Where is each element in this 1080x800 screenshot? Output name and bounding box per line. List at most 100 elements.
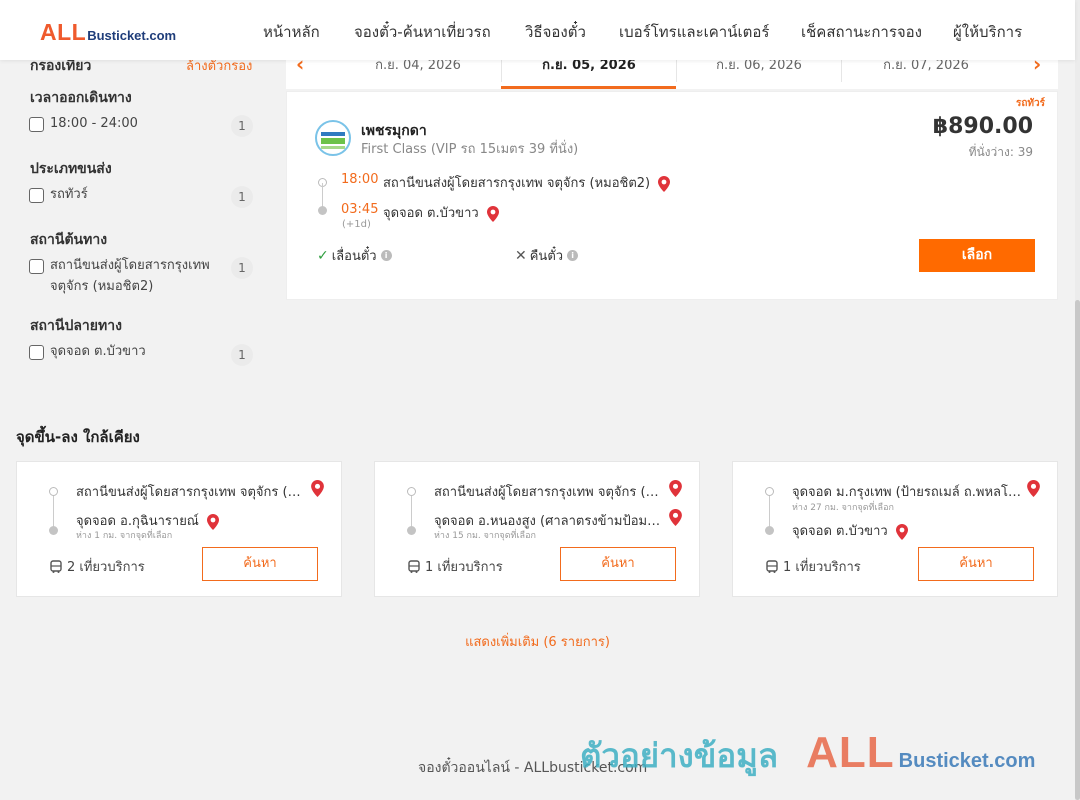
timeline-end-dot: [407, 526, 416, 535]
timeline-end-dot: [765, 526, 774, 535]
map-pin-icon[interactable]: [895, 523, 908, 540]
bus-icon: [408, 559, 420, 573]
bus-icon: [766, 559, 778, 573]
nearby-card: สถานีขนส่งผู้โดยสารกรุงเทพ จตุจักร (หมอช…: [374, 461, 700, 597]
nearby-search-button[interactable]: ค้นหา: [202, 547, 318, 581]
bus-icon: [50, 559, 62, 573]
page-scrollbar[interactable]: [1075, 0, 1080, 800]
info-icon[interactable]: i: [567, 250, 579, 261]
show-more-link[interactable]: แสดงเพิ่มเติม (6 รายการ): [0, 631, 1075, 652]
ticket-price: ฿890.00: [932, 114, 1033, 139]
operator-logo: [315, 120, 351, 156]
nav-phone-counters[interactable]: เบอร์โทรและเคาน์เตอร์: [619, 20, 769, 44]
checkbox-tour-bus[interactable]: [29, 188, 44, 203]
watermark-logo-rest: Busticket.com: [898, 750, 1036, 772]
nearby-from-station: จุดจอด ม.กรุงเทพ (ป้ายรถเมล์ ถ.พหลโยธิน): [792, 485, 1024, 500]
arrival-station-label: จุดจอด ต.บัวขาว: [383, 206, 479, 221]
map-pin-icon[interactable]: [658, 175, 671, 192]
count-badge: 1: [231, 344, 253, 366]
filter-group-origin: สถานีต้นทาง: [30, 232, 108, 248]
nav-operators[interactable]: ผู้ให้บริการ: [953, 20, 1022, 44]
arrival-time: 03:45: [341, 202, 379, 217]
nearby-to-label: จุดจอด ต.บัวขาว: [792, 524, 888, 539]
seat-class: First Class (VIP รถ 15เมตร 39 ที่นั่ง): [361, 142, 579, 157]
nearby-to-label: จุดจอด อ.กุฉินารายณ์: [76, 514, 199, 529]
next-day-indicator: (+1d): [342, 219, 371, 230]
refund-ticket-policy: ✕ คืนตั๋ว i: [515, 245, 579, 266]
scrollbar-thumb[interactable]: [1075, 300, 1080, 800]
nearby-from-station: สถานีขนส่งผู้โดยสารกรุงเทพ จตุจักร (หมอช…: [76, 485, 308, 500]
logo-rest-text: Busticket.com: [87, 28, 177, 43]
nearby-card: สถานีขนส่งผู้โดยสารกรุงเทพ จตุจักร (หมอช…: [16, 461, 342, 597]
trip-result-card: รถทัวร์ เพชรมุกดา First Class (VIP รถ 15…: [286, 91, 1058, 300]
map-pin-icon[interactable]: [207, 513, 220, 530]
map-pin-icon[interactable]: [1027, 480, 1040, 497]
departure-time: 18:00: [341, 172, 379, 187]
timeline-start-dot: [49, 487, 58, 496]
nearby-stops-title: จุดขึ้น-ลง ใกล้เคียง: [16, 428, 140, 446]
nav-check-booking[interactable]: เช็คสถานะการจอง: [801, 20, 922, 44]
option-dest-label: จุดจอด ต.บัวขาว: [50, 344, 146, 359]
nav-how-to-book[interactable]: วิธีจองตั๋ว: [525, 20, 586, 44]
nearby-search-button[interactable]: ค้นหา: [560, 547, 676, 581]
timeline-line: [769, 496, 770, 528]
checkbox-dest-buakhao[interactable]: [29, 345, 44, 360]
timeline-end-dot: [318, 206, 327, 215]
top-header: ALL Busticket.com หน้าหลัก จองตั๋ว-ค้นหา…: [0, 0, 1075, 60]
nearby-to-station: จุดจอด ต.บัวขาว: [792, 520, 908, 541]
filter-group-transport-type: ประเภทขนส่ง: [30, 161, 112, 177]
checkbox-time-18-24[interactable]: [29, 117, 44, 132]
departure-station: สถานีขนส่งผู้โดยสารกรุงเทพ จตุจักร (หมอช…: [383, 172, 671, 193]
nearby-search-button[interactable]: ค้นหา: [918, 547, 1034, 581]
option-transport-label: รถทัวร์: [50, 187, 88, 202]
watermark: ตัวอย่างข้อมูล ALL Busticket.com: [580, 728, 1035, 782]
vehicle-type-badge: รถทัวร์: [1015, 98, 1045, 109]
nearby-trip-count: 1 เที่ยวบริการ: [765, 556, 861, 577]
refund-policy-label: คืนตั๋ว: [529, 249, 564, 264]
option-time-label: 18:00 - 24:00: [50, 116, 138, 131]
count-badge: 1: [231, 115, 253, 137]
map-pin-icon[interactable]: [669, 480, 682, 497]
timeline-line: [411, 496, 412, 528]
nearby-from-station: สถานีขนส่งผู้โดยสารกรุงเทพ จตุจักร (หมอช…: [434, 485, 666, 500]
timeline-start-dot: [407, 487, 416, 496]
watermark-logo-all: ALL: [806, 728, 895, 777]
timeline-end-dot: [49, 526, 58, 535]
map-pin-icon[interactable]: [669, 509, 682, 526]
arrival-station: จุดจอด ต.บัวขาว: [383, 202, 499, 223]
timeline-line: [53, 496, 54, 528]
info-icon[interactable]: i: [380, 250, 392, 261]
active-tab-indicator: [501, 86, 676, 89]
change-ticket-policy: ✓ เลื่อนตั๋ว i: [317, 245, 392, 266]
filter-group-destination: สถานีปลายทาง: [30, 318, 122, 334]
count-badge: 1: [231, 257, 253, 279]
map-pin-icon[interactable]: [486, 205, 499, 222]
option-origin-line1: สถานีขนส่งผู้โดยสารกรุงเทพ: [50, 258, 210, 273]
map-pin-icon[interactable]: [311, 480, 324, 497]
departure-station-label: สถานีขนส่งผู้โดยสารกรุงเทพ จตุจักร (หมอช…: [383, 176, 651, 191]
count-badge: 1: [231, 186, 253, 208]
nearby-distance: ห่าง 1 กม. จากจุดที่เลือก: [76, 531, 173, 541]
filter-group-departure-time: เวลาออกเดินทาง: [30, 90, 132, 106]
seats-available: ที่นั่งว่าง: 39: [968, 145, 1033, 159]
site-logo[interactable]: ALL Busticket.com: [40, 19, 176, 46]
nearby-trip-count: 2 เที่ยวบริการ: [49, 556, 145, 577]
trip-count-label: 2 เที่ยวบริการ: [67, 560, 145, 575]
trip-count-label: 1 เที่ยวบริการ: [783, 560, 861, 575]
select-trip-button[interactable]: เลือก: [919, 239, 1035, 272]
checkbox-origin-mochit2[interactable]: [29, 259, 44, 274]
watermark-sample-text: ตัวอย่างข้อมูล: [580, 736, 779, 775]
cross-icon: ✕: [515, 247, 527, 264]
check-icon: ✓: [317, 247, 329, 264]
nav-book-search[interactable]: จองตั๋ว-ค้นหาเที่ยวรถ: [354, 20, 491, 44]
nearby-card: จุดจอด ม.กรุงเทพ (ป้ายรถเมล์ ถ.พหลโยธิน)…: [732, 461, 1058, 597]
nearby-trip-count: 1 เที่ยวบริการ: [407, 556, 503, 577]
nav-home[interactable]: หน้าหลัก: [263, 20, 320, 44]
nearby-distance: ห่าง 27 กม. จากจุดที่เลือก: [792, 503, 894, 513]
logo-all-text: ALL: [40, 19, 87, 45]
option-origin-line2: จตุจักร (หมอชิต2): [50, 279, 154, 294]
change-policy-label: เลื่อนตั๋ว: [331, 249, 377, 264]
nearby-distance: ห่าง 15 กม. จากจุดที่เลือก: [434, 531, 536, 541]
timeline-start-dot: [765, 487, 774, 496]
trip-count-label: 1 เที่ยวบริการ: [425, 560, 503, 575]
